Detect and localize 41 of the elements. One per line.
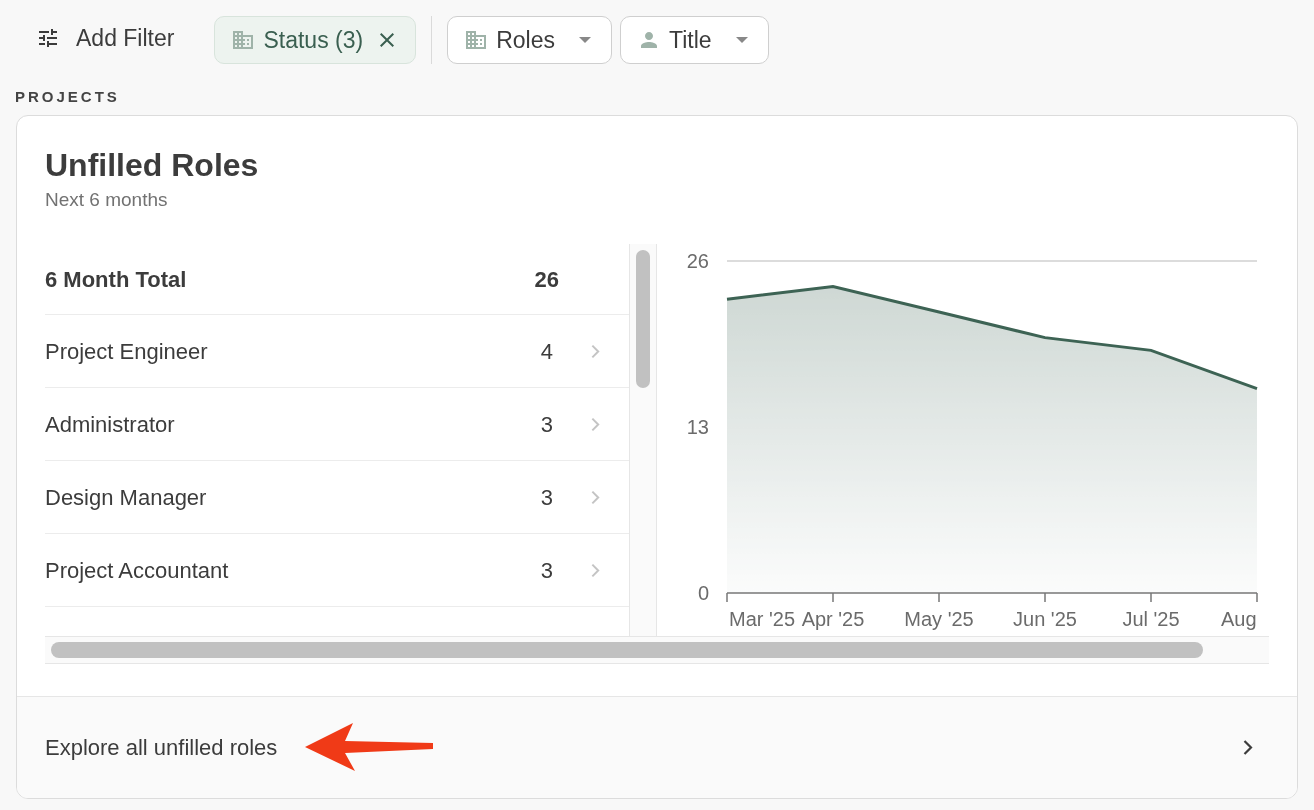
- caret-icon: [735, 37, 748, 43]
- role-count: 4: [540, 337, 553, 366]
- chevron-icon: [590, 343, 600, 359]
- building-icon: [464, 28, 489, 52]
- arrow-icon: [305, 721, 436, 773]
- filter-icon: [36, 26, 60, 50]
- filter-dropdown[interactable]: Title: [619, 16, 769, 64]
- scrollbar-thumb[interactable]: [51, 642, 1203, 658]
- axis-label: Jun '25: [1013, 608, 1077, 630]
- card-subtitle: Next 6 months: [45, 187, 169, 212]
- total-count: 26: [534, 265, 559, 294]
- axis-label: 26: [686, 250, 709, 272]
- axis-label: 13: [686, 416, 709, 438]
- axis-label: May '25: [904, 608, 974, 630]
- axis-label: Mar '25: [729, 608, 796, 630]
- axis-label: Jul '25: [1122, 608, 1180, 630]
- role-count: 3: [540, 556, 553, 585]
- caret-icon: [578, 37, 591, 43]
- role-name: Design Manager: [45, 483, 208, 512]
- add-filter-button[interactable]: Add Filter: [36, 20, 175, 56]
- chevron-icon: [590, 416, 600, 432]
- chevron-icon: [590, 562, 600, 578]
- axis-label: 0: [697, 582, 709, 604]
- filter-chip[interactable]: Status (3): [214, 16, 417, 64]
- building-icon: [231, 28, 256, 52]
- role-name: Project Accountant: [45, 556, 230, 585]
- chevron-icon[interactable]: [1243, 738, 1253, 756]
- axis-label: Aug: [1221, 608, 1257, 630]
- chevron-icon: [590, 489, 600, 505]
- card-title: Unfilled Roles: [45, 145, 260, 184]
- filter-dropdown[interactable]: Roles: [447, 16, 612, 64]
- chip-label: Status (3): [263, 25, 364, 55]
- role-name: Administrator: [45, 410, 176, 439]
- role-name: Project Engineer: [45, 337, 209, 366]
- scrollbar-thumb[interactable]: [636, 250, 650, 388]
- explore-link[interactable]: Explore all unfilled roles: [45, 730, 278, 764]
- section-label: PROJECTS: [15, 87, 121, 107]
- total-label: 6 Month Total: [45, 265, 188, 294]
- role-count: 3: [540, 410, 553, 439]
- role-count: 3: [540, 483, 553, 512]
- axis-label: Apr '25: [801, 608, 865, 630]
